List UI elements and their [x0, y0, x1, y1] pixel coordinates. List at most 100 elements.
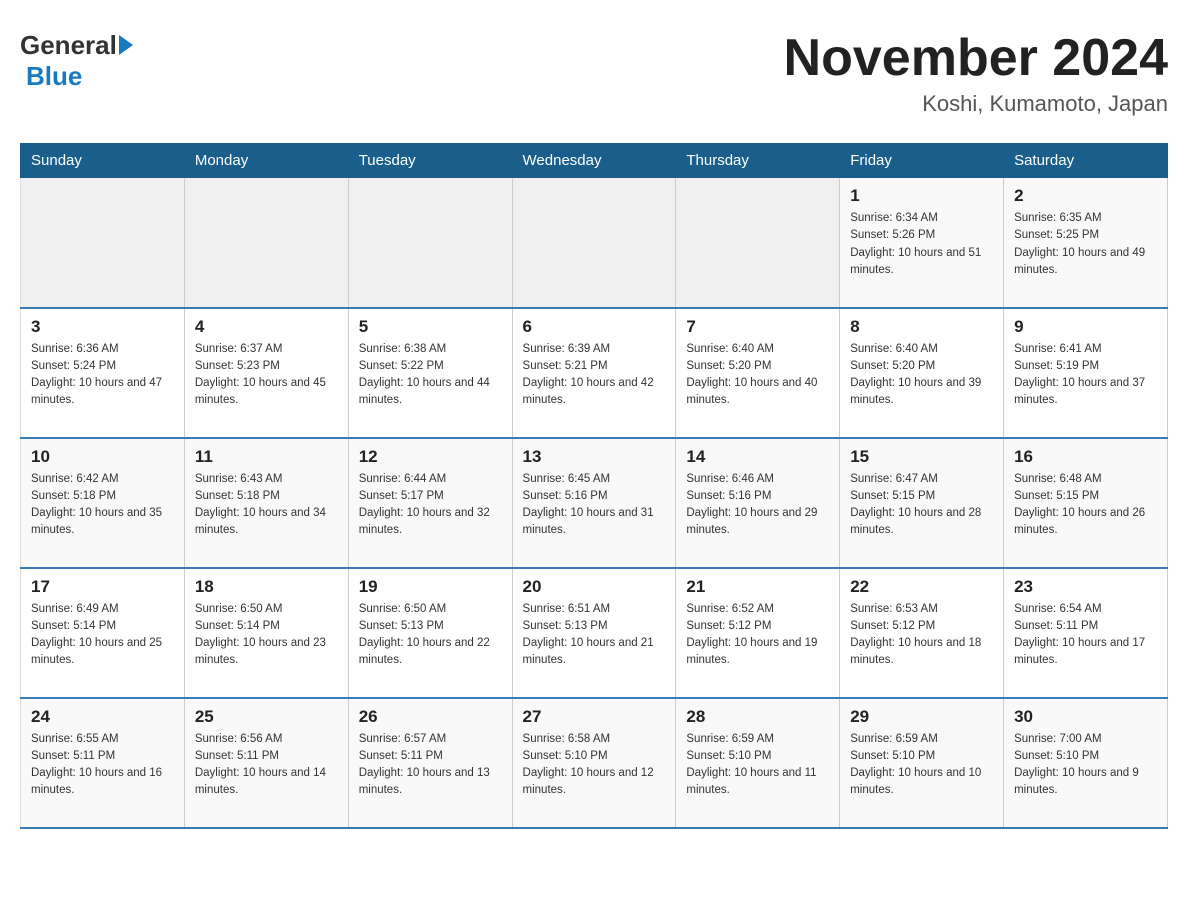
calendar-cell: 17 Sunrise: 6:49 AMSunset: 5:14 PMDayligh…: [21, 568, 185, 698]
day-number: 27: [523, 707, 666, 727]
logo-general-text: General: [20, 30, 117, 61]
day-number: 22: [850, 577, 993, 597]
calendar-cell: 13 Sunrise: 6:45 AMSunset: 5:16 PMDayligh…: [512, 438, 676, 568]
day-info: Sunrise: 7:00 AMSunset: 5:10 PMDaylight:…: [1014, 731, 1157, 800]
day-info: Sunrise: 6:50 AMSunset: 5:13 PMDaylight:…: [359, 601, 502, 670]
week-row-3: 10 Sunrise: 6:42 AMSunset: 5:18 PMDayligh…: [21, 438, 1168, 568]
day-info: Sunrise: 6:44 AMSunset: 5:17 PMDaylight:…: [359, 471, 502, 540]
day-info: Sunrise: 6:37 AMSunset: 5:23 PMDaylight:…: [195, 341, 338, 410]
calendar-cell: 18 Sunrise: 6:50 AMSunset: 5:14 PMDayligh…: [184, 568, 348, 698]
calendar-cell: 20 Sunrise: 6:51 AMSunset: 5:13 PMDayligh…: [512, 568, 676, 698]
day-number: 1: [850, 186, 993, 206]
day-number: 15: [850, 447, 993, 467]
location-title: Koshi, Kumamoto, Japan: [784, 91, 1168, 117]
weekday-header-sunday: Sunday: [21, 144, 185, 178]
day-number: 3: [31, 317, 174, 337]
day-number: 18: [195, 577, 338, 597]
page-header: General Blue November 2024 Koshi, Kumamo…: [20, 20, 1168, 127]
day-number: 28: [686, 707, 829, 727]
day-number: 17: [31, 577, 174, 597]
weekday-header-tuesday: Tuesday: [348, 144, 512, 178]
calendar-cell: 23 Sunrise: 6:54 AMSunset: 5:11 PMDayligh…: [1004, 568, 1168, 698]
week-row-2: 3Sunrise: 6:36 AMSunset: 5:24 PMDaylight…: [21, 308, 1168, 438]
week-row-5: 24 Sunrise: 6:55 AMSunset: 5:11 PMDayligh…: [21, 698, 1168, 828]
day-info: Sunrise: 6:58 AMSunset: 5:10 PMDaylight:…: [523, 731, 666, 800]
calendar-cell: 11Sunrise: 6:43 AMSunset: 5:18 PMDayligh…: [184, 438, 348, 568]
day-info: Sunrise: 6:42 AMSunset: 5:18 PMDaylight:…: [31, 471, 174, 540]
day-number: 9: [1014, 317, 1157, 337]
day-number: 14: [686, 447, 829, 467]
calendar-cell: [21, 178, 185, 308]
calendar-cell: [184, 178, 348, 308]
logo: General Blue: [20, 30, 133, 92]
calendar-table: SundayMondayTuesdayWednesdayThursdayFrid…: [20, 143, 1168, 829]
calendar-cell: 15 Sunrise: 6:47 AMSunset: 5:15 PMDayligh…: [840, 438, 1004, 568]
day-info: Sunrise: 6:53 AMSunset: 5:12 PMDaylight:…: [850, 601, 993, 670]
calendar-cell: 12Sunrise: 6:44 AMSunset: 5:17 PMDayligh…: [348, 438, 512, 568]
calendar-cell: 5 Sunrise: 6:38 AMSunset: 5:22 PMDaylight…: [348, 308, 512, 438]
calendar-cell: [512, 178, 676, 308]
day-info: Sunrise: 6:46 AMSunset: 5:16 PMDaylight:…: [686, 471, 829, 540]
day-info: Sunrise: 6:59 AMSunset: 5:10 PMDaylight:…: [850, 731, 993, 800]
calendar-cell: 10 Sunrise: 6:42 AMSunset: 5:18 PMDayligh…: [21, 438, 185, 568]
day-info: Sunrise: 6:51 AMSunset: 5:13 PMDaylight:…: [523, 601, 666, 670]
weekday-header-thursday: Thursday: [676, 144, 840, 178]
calendar-cell: 14 Sunrise: 6:46 AMSunset: 5:16 PMDayligh…: [676, 438, 840, 568]
calendar-cell: 16 Sunrise: 6:48 AMSunset: 5:15 PMDayligh…: [1004, 438, 1168, 568]
weekday-header-friday: Friday: [840, 144, 1004, 178]
day-info: Sunrise: 6:34 AMSunset: 5:26 PMDaylight:…: [850, 210, 993, 279]
day-number: 20: [523, 577, 666, 597]
weekday-header-row: SundayMondayTuesdayWednesdayThursdayFrid…: [21, 144, 1168, 178]
day-info: Sunrise: 6:38 AMSunset: 5:22 PMDaylight:…: [359, 341, 502, 410]
calendar-cell: 8Sunrise: 6:40 AMSunset: 5:20 PMDaylight…: [840, 308, 1004, 438]
calendar-cell: 22 Sunrise: 6:53 AMSunset: 5:12 PMDayligh…: [840, 568, 1004, 698]
day-number: 6: [523, 317, 666, 337]
day-number: 16: [1014, 447, 1157, 467]
day-number: 8: [850, 317, 993, 337]
calendar-cell: 28Sunrise: 6:59 AMSunset: 5:10 PMDayligh…: [676, 698, 840, 828]
day-number: 11: [195, 447, 338, 467]
day-number: 2: [1014, 186, 1157, 206]
calendar-cell: 7Sunrise: 6:40 AMSunset: 5:20 PMDaylight…: [676, 308, 840, 438]
day-info: Sunrise: 6:56 AMSunset: 5:11 PMDaylight:…: [195, 731, 338, 800]
day-info: Sunrise: 6:49 AMSunset: 5:14 PMDaylight:…: [31, 601, 174, 670]
day-info: Sunrise: 6:52 AMSunset: 5:12 PMDaylight:…: [686, 601, 829, 670]
day-number: 26: [359, 707, 502, 727]
calendar-cell: 3Sunrise: 6:36 AMSunset: 5:24 PMDaylight…: [21, 308, 185, 438]
calendar-cell: 25 Sunrise: 6:56 AMSunset: 5:11 PMDayligh…: [184, 698, 348, 828]
day-info: Sunrise: 6:41 AMSunset: 5:19 PMDaylight:…: [1014, 341, 1157, 410]
weekday-header-monday: Monday: [184, 144, 348, 178]
day-info: Sunrise: 6:39 AMSunset: 5:21 PMDaylight:…: [523, 341, 666, 410]
month-title: November 2024: [784, 30, 1168, 87]
day-info: Sunrise: 6:48 AMSunset: 5:15 PMDaylight:…: [1014, 471, 1157, 540]
day-number: 5: [359, 317, 502, 337]
day-info: Sunrise: 6:35 AMSunset: 5:25 PMDaylight:…: [1014, 210, 1157, 279]
day-number: 25: [195, 707, 338, 727]
calendar-cell: 21Sunrise: 6:52 AMSunset: 5:12 PMDayligh…: [676, 568, 840, 698]
day-number: 4: [195, 317, 338, 337]
calendar-cell: [348, 178, 512, 308]
weekday-header-saturday: Saturday: [1004, 144, 1168, 178]
calendar-cell: 24 Sunrise: 6:55 AMSunset: 5:11 PMDayligh…: [21, 698, 185, 828]
day-number: 19: [359, 577, 502, 597]
day-info: Sunrise: 6:54 AMSunset: 5:11 PMDaylight:…: [1014, 601, 1157, 670]
day-info: Sunrise: 6:55 AMSunset: 5:11 PMDaylight:…: [31, 731, 174, 800]
day-number: 13: [523, 447, 666, 467]
day-info: Sunrise: 6:40 AMSunset: 5:20 PMDaylight:…: [686, 341, 829, 410]
calendar-cell: 6 Sunrise: 6:39 AMSunset: 5:21 PMDaylight…: [512, 308, 676, 438]
day-number: 10: [31, 447, 174, 467]
day-info: Sunrise: 6:50 AMSunset: 5:14 PMDaylight:…: [195, 601, 338, 670]
calendar-cell: 27 Sunrise: 6:58 AMSunset: 5:10 PMDayligh…: [512, 698, 676, 828]
day-number: 23: [1014, 577, 1157, 597]
day-number: 30: [1014, 707, 1157, 727]
day-number: 24: [31, 707, 174, 727]
calendar-cell: 30 Sunrise: 7:00 AMSunset: 5:10 PMDayligh…: [1004, 698, 1168, 828]
calendar-cell: 4 Sunrise: 6:37 AMSunset: 5:23 PMDaylight…: [184, 308, 348, 438]
week-row-4: 17 Sunrise: 6:49 AMSunset: 5:14 PMDayligh…: [21, 568, 1168, 698]
calendar-cell: 29Sunrise: 6:59 AMSunset: 5:10 PMDayligh…: [840, 698, 1004, 828]
day-info: Sunrise: 6:45 AMSunset: 5:16 PMDaylight:…: [523, 471, 666, 540]
calendar-cell: 1 Sunrise: 6:34 AMSunset: 5:26 PMDaylight…: [840, 178, 1004, 308]
logo-arrow-icon: [119, 35, 133, 55]
day-info: Sunrise: 6:47 AMSunset: 5:15 PMDaylight:…: [850, 471, 993, 540]
logo-blue-text: Blue: [26, 61, 82, 91]
